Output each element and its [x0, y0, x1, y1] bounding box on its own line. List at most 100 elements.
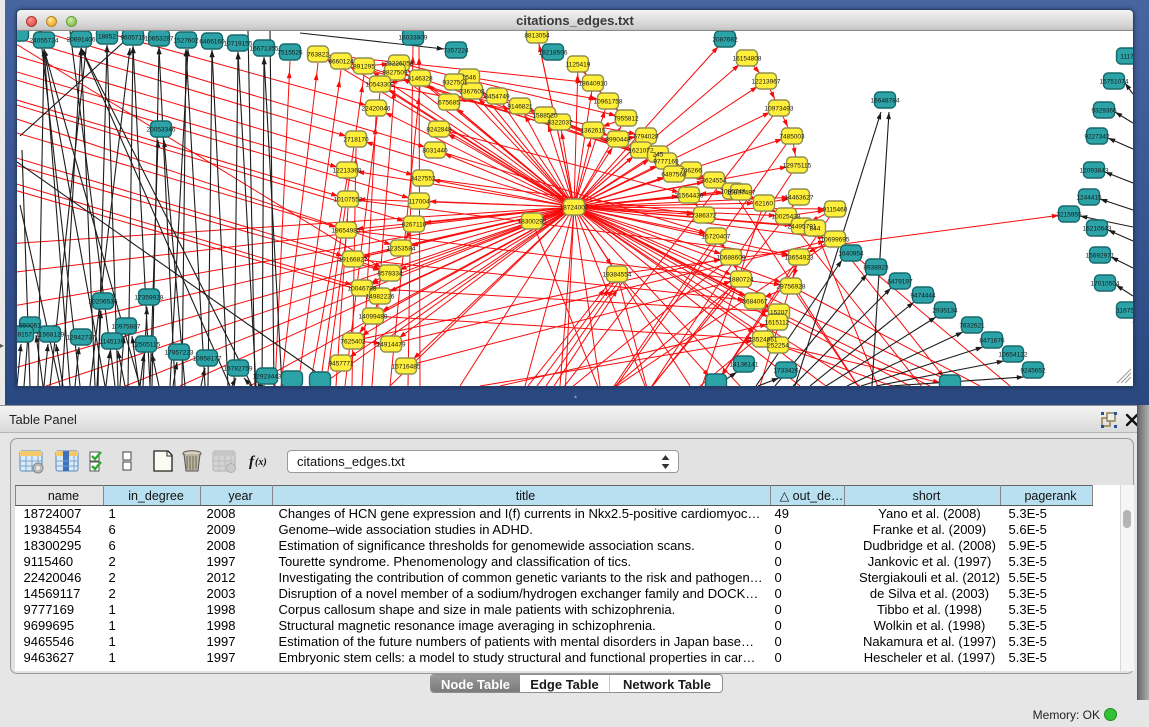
svg-text:7485003: 7485003 — [779, 134, 805, 141]
svg-text:116753: 116753 — [1116, 308, 1133, 315]
svg-text:12975115: 12975115 — [783, 163, 812, 170]
svg-text:10688609: 10688609 — [717, 255, 746, 262]
svg-text:18300295: 18300295 — [518, 219, 547, 226]
svg-text:8322037: 8322037 — [547, 120, 573, 127]
svg-text:9329366: 9329366 — [1091, 108, 1117, 115]
svg-text:7632621: 7632621 — [959, 323, 985, 330]
svg-text:14463627: 14463627 — [785, 195, 814, 202]
svg-text:1362615: 1362615 — [580, 128, 606, 135]
svg-text:18852: 18852 — [98, 34, 116, 41]
svg-text:9605715: 9605715 — [120, 35, 146, 42]
svg-text:7515526: 7515526 — [277, 50, 303, 57]
svg-text:12353584: 12353584 — [387, 246, 416, 253]
svg-text:3624554: 3624554 — [701, 178, 727, 185]
svg-text:8990448: 8990448 — [605, 137, 631, 144]
svg-text:10025438: 10025438 — [772, 214, 801, 221]
svg-text:1527602: 1527602 — [173, 38, 199, 45]
svg-text:17010504: 17010504 — [1091, 281, 1120, 288]
svg-text:1145139: 1145139 — [100, 339, 125, 346]
svg-text:62160: 62160 — [755, 201, 773, 208]
svg-text:10975887: 10975887 — [112, 324, 141, 331]
svg-text:16648784: 16648784 — [871, 98, 900, 105]
svg-text:8938923: 8938923 — [863, 265, 889, 272]
svg-text:16671355: 16671355 — [250, 46, 279, 53]
svg-text:15207: 15207 — [770, 310, 788, 317]
svg-text:12923443: 12923443 — [253, 374, 282, 381]
svg-text:2087682: 2087682 — [712, 37, 738, 44]
svg-text:8578334: 8578334 — [377, 271, 403, 278]
svg-text:12093843: 12093843 — [1080, 168, 1109, 175]
svg-text:6479197: 6479197 — [887, 279, 913, 286]
svg-text:8471676: 8471676 — [979, 338, 1005, 345]
svg-text:29756928: 29756928 — [777, 284, 806, 291]
svg-text:14982226: 14982226 — [366, 294, 395, 301]
svg-text:(x): (x) — [255, 457, 267, 468]
svg-text:8242848: 8242848 — [426, 127, 452, 134]
svg-text:24055724: 24055724 — [30, 38, 59, 45]
svg-text:1615112: 1615112 — [765, 320, 790, 327]
svg-text:10719155: 10719155 — [224, 41, 253, 48]
svg-text:8267110: 8267110 — [402, 222, 427, 229]
svg-text:10973493: 10973493 — [765, 106, 794, 113]
svg-text:844: 844 — [810, 226, 821, 233]
svg-text:7625402: 7625402 — [340, 339, 366, 346]
svg-text:14136141: 14136141 — [730, 362, 759, 369]
svg-text:9474444: 9474444 — [910, 293, 936, 300]
svg-text:6466160: 6466160 — [199, 39, 225, 46]
svg-text:12942737: 12942737 — [67, 335, 96, 342]
svg-text:18724007: 18724007 — [560, 205, 589, 212]
svg-text:2718170: 2718170 — [343, 137, 369, 144]
svg-text:19166827: 19166827 — [339, 257, 368, 264]
svg-text:9457771: 9457771 — [328, 361, 354, 368]
svg-text:15720407: 15720407 — [702, 234, 731, 241]
svg-text:39157: 39157 — [17, 332, 32, 339]
svg-text:15716485: 15716485 — [392, 364, 421, 371]
svg-text:763822: 763822 — [307, 52, 329, 59]
svg-text:252254: 252254 — [767, 343, 789, 350]
svg-text:8427552: 8427552 — [410, 176, 436, 183]
svg-text:1117: 1117 — [1120, 54, 1133, 61]
svg-text:2935134: 2935134 — [932, 308, 958, 315]
svg-text:9146821: 9146821 — [507, 104, 533, 111]
svg-text:12213369: 12213369 — [333, 168, 362, 175]
svg-text:9227342: 9227342 — [1084, 134, 1110, 141]
svg-text:9827509: 9827509 — [382, 70, 408, 77]
svg-text:245: 245 — [653, 152, 664, 159]
svg-text:117004: 117004 — [408, 199, 430, 206]
svg-text:7955812: 7955812 — [613, 116, 639, 123]
svg-text:13654923: 13654923 — [785, 255, 814, 262]
svg-text:14099489: 14099489 — [359, 314, 388, 321]
svg-text:10807487: 10807487 — [727, 190, 756, 197]
svg-text:11568129: 11568129 — [36, 332, 65, 339]
svg-text:15751074: 15751074 — [1100, 79, 1129, 86]
svg-text:3684067: 3684067 — [742, 299, 768, 306]
svg-text:10107552: 10107552 — [334, 197, 363, 204]
svg-text:16033809: 16033809 — [399, 35, 428, 42]
svg-text:1640954: 1640954 — [838, 251, 864, 258]
svg-text:9245652: 9245652 — [1020, 368, 1046, 375]
svg-text:23226058: 23226058 — [385, 61, 414, 68]
svg-text:1588520: 1588520 — [532, 113, 558, 120]
svg-text:17359928: 17359928 — [135, 295, 164, 302]
svg-text:1244415: 1244415 — [1076, 195, 1102, 202]
svg-text:10958177: 10958177 — [193, 356, 222, 363]
svg-text:8454749: 8454749 — [484, 94, 510, 101]
svg-text:15692971: 15692971 — [1086, 253, 1115, 260]
svg-text:9115460: 9115460 — [823, 207, 848, 214]
svg-text:14914479: 14914479 — [377, 342, 406, 349]
svg-text:1733426: 1733426 — [773, 368, 799, 375]
svg-text:20691406: 20691406 — [67, 37, 96, 44]
svg-text:8146328: 8146328 — [407, 76, 433, 83]
svg-text:10046788: 10046788 — [348, 286, 377, 293]
svg-text:12505115: 12505115 — [132, 342, 161, 349]
svg-text:19218506: 19218506 — [539, 50, 568, 57]
svg-text:16782759: 16782759 — [224, 366, 253, 373]
svg-text:3215955: 3215955 — [1056, 212, 1082, 219]
svg-text:10653287: 10653287 — [145, 36, 174, 43]
svg-text:10543302: 10543302 — [366, 82, 395, 89]
svg-text:6497568: 6497568 — [661, 172, 687, 179]
svg-text:7386372: 7386372 — [691, 213, 717, 220]
svg-text:21564436: 21564436 — [675, 193, 704, 200]
svg-text:8031440: 8031440 — [422, 148, 448, 155]
svg-text:22420046: 22420046 — [362, 106, 391, 113]
